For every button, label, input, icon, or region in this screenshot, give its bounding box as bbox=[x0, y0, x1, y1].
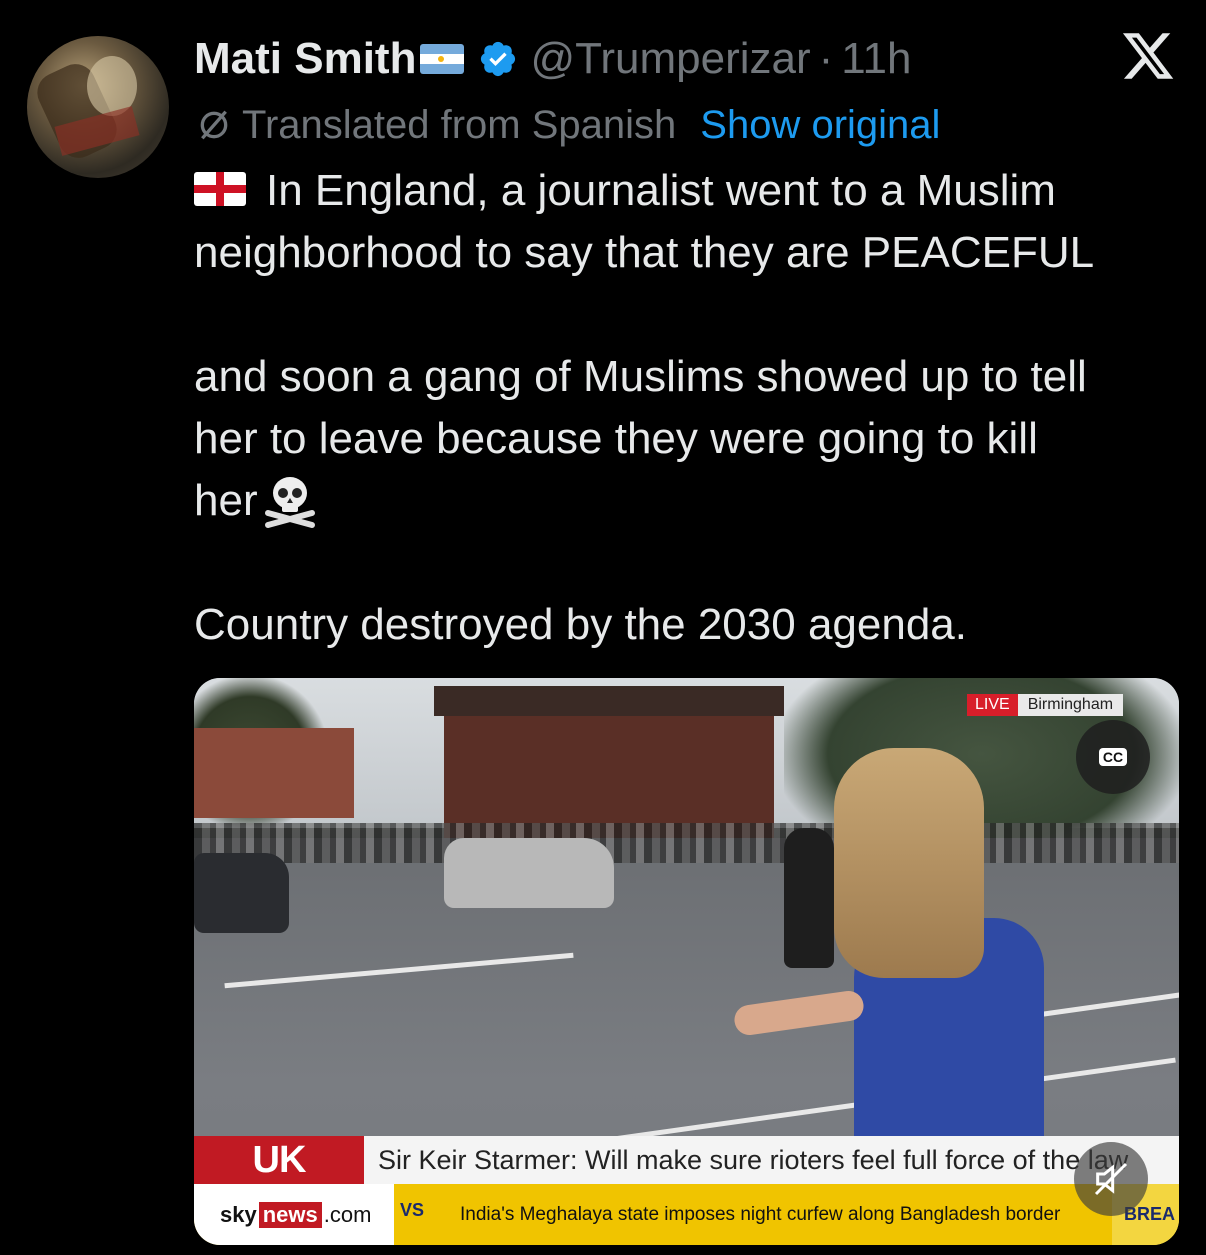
author-handle[interactable]: @Trumperizar bbox=[530, 34, 810, 84]
skull-crossbones-icon bbox=[264, 477, 315, 529]
banner-tag: UK RIOTS bbox=[194, 1136, 364, 1229]
tweet-line-2: neighborhood to say that they are PEACEF… bbox=[194, 228, 1095, 277]
live-indicator: LIVE Birmingham bbox=[967, 694, 1124, 716]
translate-icon bbox=[200, 110, 228, 140]
avatar[interactable] bbox=[27, 36, 169, 178]
show-original-link[interactable]: Show original bbox=[700, 103, 940, 148]
tweet-line-3: and soon a gang of Muslims showed up to … bbox=[194, 352, 1087, 401]
mute-icon bbox=[1094, 1162, 1128, 1196]
argentina-flag-icon bbox=[420, 44, 465, 74]
building-image bbox=[434, 686, 784, 838]
timestamp[interactable]: 11h bbox=[841, 34, 911, 84]
news-banner: UK RIOTS Sir Keir Starmer: Will make sur… bbox=[194, 1136, 1179, 1229]
ticker-text: India's Meghalaya state imposes night cu… bbox=[460, 1204, 1061, 1225]
england-flag-icon bbox=[194, 172, 246, 207]
sky-news-logo: sky news .com bbox=[194, 1184, 394, 1245]
banner-headline: Sir Keir Starmer: Will make sure rioters… bbox=[378, 1145, 1129, 1175]
translation-row: Translated from Spanish Show original bbox=[194, 100, 940, 150]
location-label: Birmingham bbox=[1017, 694, 1124, 716]
verified-badge-icon[interactable] bbox=[478, 39, 518, 79]
live-label: LIVE bbox=[967, 694, 1018, 716]
ticker-prefix: VS bbox=[400, 1200, 425, 1220]
tweet-line-5: her bbox=[194, 470, 1184, 533]
author-row: Mati Smith @Trumperizar · 11h bbox=[194, 30, 911, 88]
tweet-line-4: her to leave because they were going to … bbox=[194, 414, 1038, 463]
video-player[interactable]: LIVE Birmingham CC UK RIOTS Sir Keir Sta… bbox=[194, 678, 1179, 1245]
mute-button[interactable] bbox=[1074, 1142, 1148, 1216]
closed-captions-icon: CC bbox=[1098, 748, 1128, 766]
tweet-line-1: In England, a journalist went to a Musli… bbox=[194, 160, 1184, 222]
closed-captions-button[interactable]: CC bbox=[1076, 720, 1150, 794]
news-ticker: sky news .com VS India's Meghalaya state… bbox=[194, 1184, 1179, 1245]
author-name[interactable]: Mati Smith bbox=[194, 34, 416, 84]
x-logo-icon[interactable] bbox=[1120, 28, 1176, 84]
dot-separator: · bbox=[818, 34, 834, 83]
reporter-figure bbox=[732, 748, 1044, 1238]
translated-label: Translated from Spanish bbox=[242, 102, 677, 147]
tweet-line-6: Country destroyed by the 2030 agenda. bbox=[194, 600, 967, 649]
